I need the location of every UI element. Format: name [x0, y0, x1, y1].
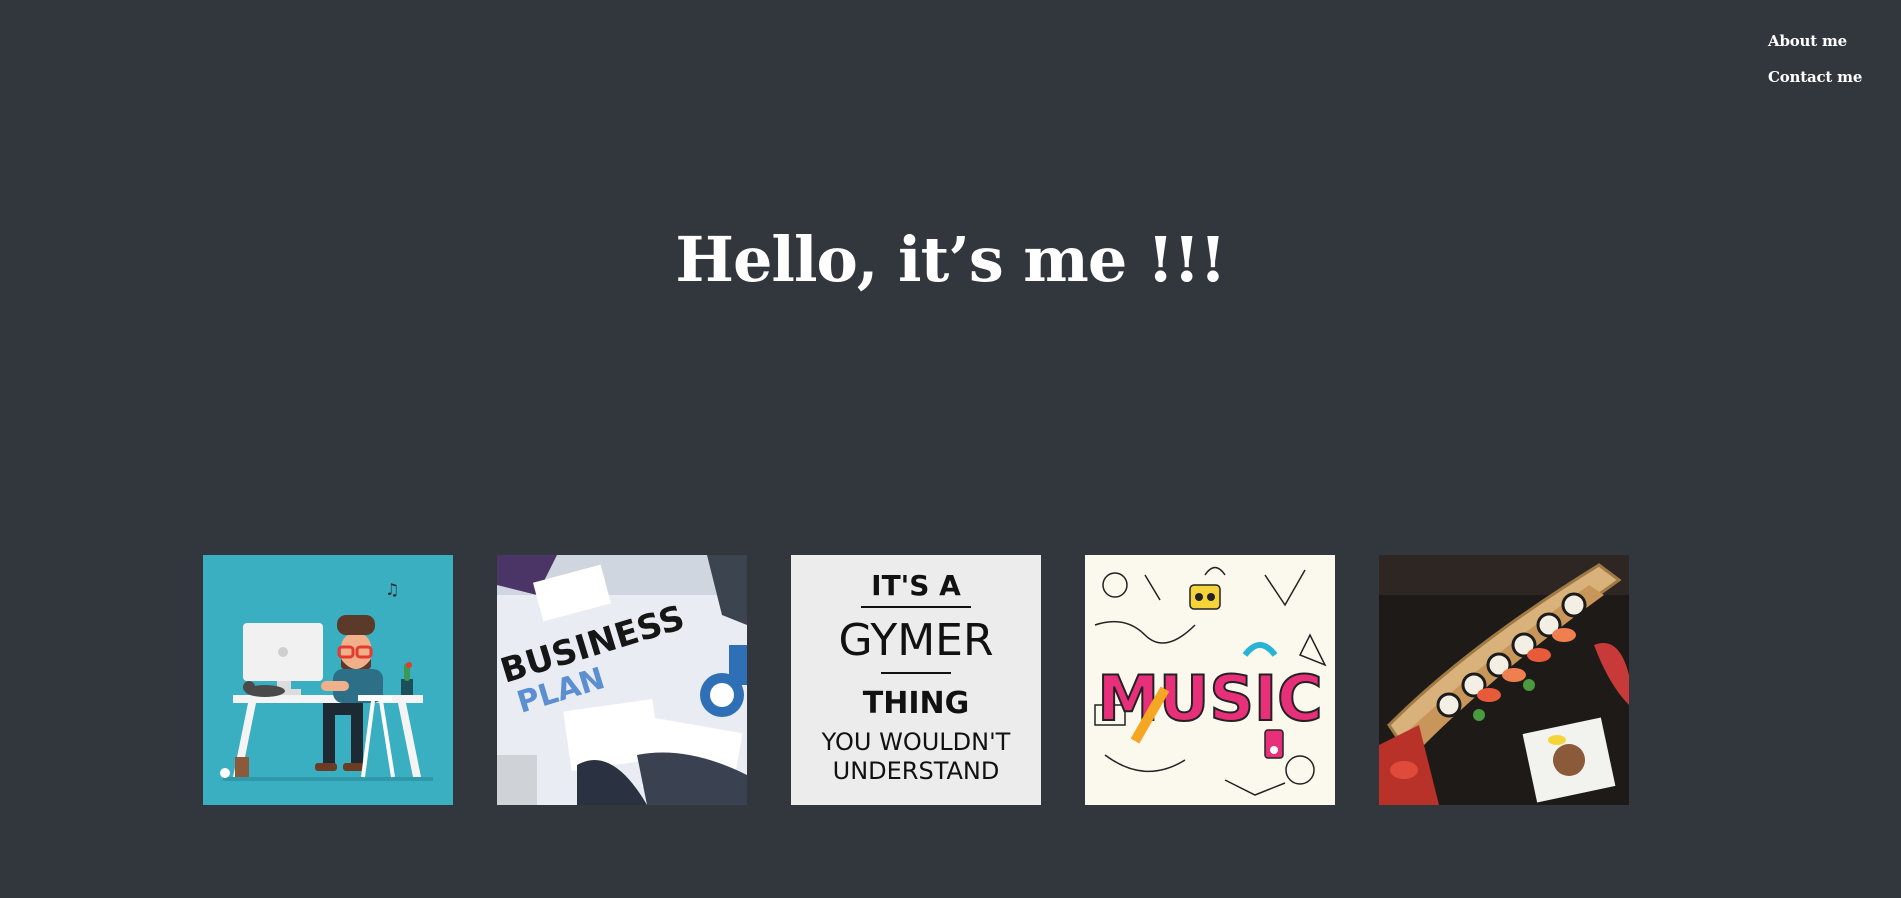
business-plan-photo: BUSINESS PLAN [497, 555, 747, 805]
gymer-thing-poster: IT'S A GYMER THING YOU WOULDN'T UNDERSTA… [791, 555, 1041, 805]
gallery-tile-gymer[interactable]: IT'S A GYMER THING YOU WOULDN'T UNDERSTA… [791, 555, 1041, 805]
about-me-link[interactable]: About me [1768, 30, 1862, 52]
gallery-tile-developer[interactable]: ♫ [203, 555, 453, 805]
music-doodle-art: MUSIC [1085, 555, 1335, 805]
gallery-tile-music[interactable]: MUSIC [1085, 555, 1335, 805]
developer-illustration: ♫ [203, 555, 453, 805]
hero-title: Hello, it’s me !!! [675, 223, 1226, 296]
poster-line-1: IT'S A [871, 569, 961, 602]
poster-line-3: THING [863, 686, 969, 721]
poster-line-5: UNDERSTAND [833, 757, 1000, 785]
gallery-tile-sushi[interactable] [1379, 555, 1629, 805]
image-gallery: ♫ BUSINESS PLAN IT'S A GYMER THING YOU W… [203, 555, 1629, 805]
page: About me Contact me Hello, it’s me !!! ♫… [0, 0, 1901, 898]
poster-line-2: GYMER [838, 615, 993, 666]
gallery-tile-business-plan[interactable]: BUSINESS PLAN [497, 555, 747, 805]
contact-me-link[interactable]: Contact me [1768, 66, 1862, 88]
music-word: MUSIC [1097, 662, 1322, 735]
sushi-boat-photo [1379, 555, 1629, 805]
top-nav: About me Contact me [1768, 30, 1862, 88]
poster-line-4: YOU WOULDN'T [821, 728, 1011, 756]
svg-text:♫: ♫ [385, 580, 399, 599]
